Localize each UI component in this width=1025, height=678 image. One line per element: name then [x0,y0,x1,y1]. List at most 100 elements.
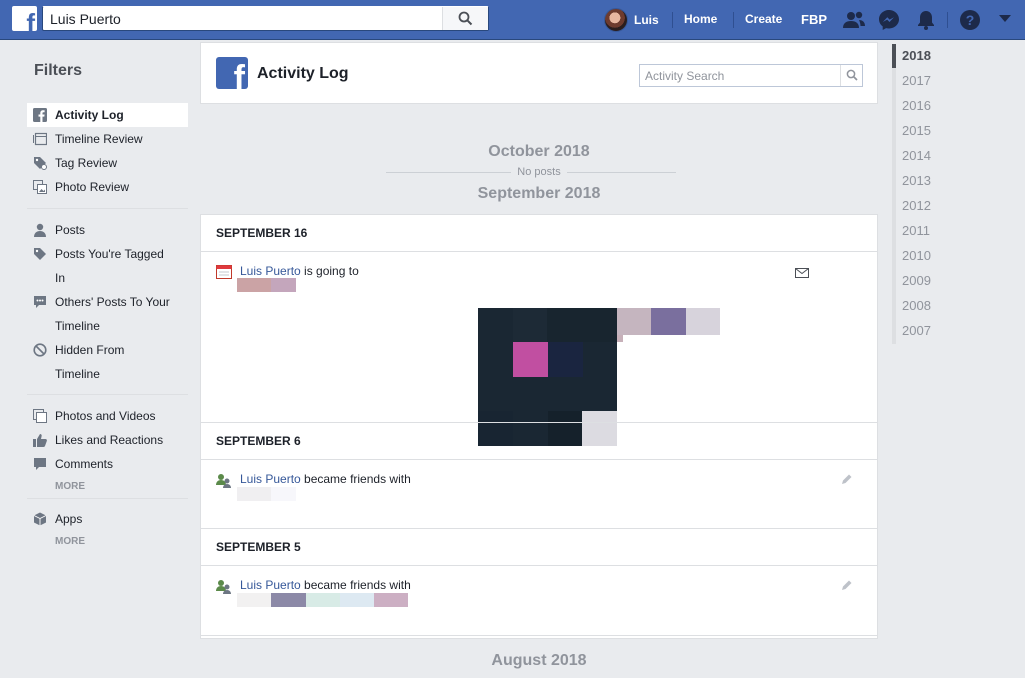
facebook-logo-icon[interactable]: f [12,6,37,31]
filter-timeline-review[interactable]: Timeline Review [27,127,188,151]
activity-entry: Luis Puerto became friends with [201,566,877,636]
comment-icon [34,458,46,470]
year-link[interactable]: 2018 [902,48,931,63]
friends-icon [216,474,231,488]
filter-label: Posts You're Tagged [55,247,164,261]
filter-activity-log[interactable]: Activity Log [27,103,188,127]
filter-label: Tag Review [55,156,118,170]
no-posts-label: No posts [200,166,878,178]
user-link[interactable]: Luis Puerto [240,472,301,486]
year-link[interactable]: 2012 [902,198,931,213]
photo-review-icon [33,180,47,194]
more-link[interactable]: MORE [55,536,85,547]
year-link[interactable]: 2009 [902,273,931,288]
home-link[interactable]: Home [684,12,717,26]
day-header: SEPTEMBER 6 [201,423,877,460]
help-icon[interactable]: ? [959,9,981,31]
page-shortcut-link[interactable]: FBP [801,12,827,27]
user-link[interactable]: Luis Puerto [240,264,301,278]
apps-cube-icon [33,512,47,526]
entry-text: Luis Puerto became friends with [240,578,411,592]
month-heading-august[interactable]: August 2018 [200,652,878,670]
year-link[interactable]: 2011 [902,223,930,238]
year-link[interactable]: 2007 [902,323,931,338]
pencil-icon[interactable] [841,473,853,485]
friends-icon [216,580,231,594]
filter-label: Hidden From [55,343,125,357]
calendar-icon [216,265,232,279]
year-link[interactable]: 2015 [902,123,931,138]
divider [27,394,188,395]
tag-icon [34,248,46,260]
search-input[interactable]: Luis Puerto [50,11,121,27]
redacted-friend-name[interactable] [237,593,408,607]
speech-bubble-icon [34,296,46,308]
filter-hidden-from-timeline[interactable]: Hidden From [27,338,188,362]
entry-text: Luis Puerto is going to [240,264,359,278]
filter-photos-and-videos[interactable]: Photos and Videos [27,404,188,428]
search-icon [458,11,473,26]
nav-divider [672,12,673,28]
thumbs-up-icon [33,434,47,447]
divider [27,498,188,499]
year-scrubber-active [892,44,896,68]
profile-name: Luis [634,13,659,27]
messenger-icon[interactable] [878,9,900,31]
activity-entry: Luis Puerto is going to [201,252,877,446]
filter-label: Likes and Reactions [55,433,164,447]
more-link[interactable]: MORE [55,481,85,492]
activity-search-input[interactable]: Activity Search [645,69,724,83]
filter-label-continued: In [55,271,66,285]
year-link[interactable]: 2010 [902,248,931,263]
activity-entry: Luis Puerto became friends with [201,460,877,527]
month-heading-september[interactable]: September 2018 [200,185,878,203]
pencil-icon[interactable] [841,579,853,591]
friend-requests-icon[interactable] [842,9,866,31]
filter-likes-and-reactions[interactable]: Likes and Reactions [27,428,188,452]
day-header: SEPTEMBER 16 [201,215,877,252]
chevron-down-icon[interactable] [998,14,1012,24]
search-box[interactable]: Luis Puerto [42,6,489,31]
redacted-friend-name[interactable] [237,487,296,501]
filter-label: Apps [55,512,83,526]
search-button[interactable] [442,7,488,30]
activity-log-header: f Activity Log Activity Search [200,42,878,104]
filters-title: Filters [34,62,83,79]
filter-label: Timeline Review [55,132,143,146]
year-link[interactable]: 2017 [902,73,931,88]
notifications-icon[interactable] [915,9,937,31]
filter-label: Photos and Videos [55,409,156,423]
profile-link[interactable]: Luis [604,7,659,33]
activity-search-box[interactable]: Activity Search [639,64,863,87]
filter-tag-review[interactable]: Tag Review [27,151,188,175]
facebook-logo-icon: f [216,57,248,89]
divider [201,635,877,636]
filter-label-continued: Timeline [55,319,100,333]
month-heading-october[interactable]: October 2018 [200,143,878,161]
activity-search-button[interactable] [840,65,862,86]
nav-divider [947,12,948,28]
activity-log-card: SEPTEMBER 16 Luis Puerto is going to SEP… [200,214,878,639]
year-scrubber-track [892,44,896,344]
filter-label: Photo Review [55,180,130,194]
filter-apps[interactable]: Apps [27,507,188,531]
tag-icon [34,157,47,170]
filter-label: Activity Log [55,108,124,122]
year-link[interactable]: 2013 [902,173,931,188]
facebook-icon [33,108,47,122]
filter-posts[interactable]: Posts [27,218,188,242]
redacted-event-name[interactable] [237,278,296,292]
envelope-icon[interactable] [795,268,809,278]
year-link[interactable]: 2014 [902,148,931,163]
filter-label: Comments [55,457,114,471]
person-icon [34,223,46,237]
filter-others-posts[interactable]: Others' Posts To Your [27,290,188,314]
year-link[interactable]: 2008 [902,298,931,313]
filter-photo-review[interactable]: Photo Review [27,175,188,199]
hidden-icon [33,343,47,357]
filter-comments[interactable]: Comments [27,452,188,476]
filter-posts-tagged-in[interactable]: Posts You're Tagged [27,242,188,266]
create-link[interactable]: Create [745,12,782,26]
year-link[interactable]: 2016 [902,98,931,113]
user-link[interactable]: Luis Puerto [240,578,301,592]
